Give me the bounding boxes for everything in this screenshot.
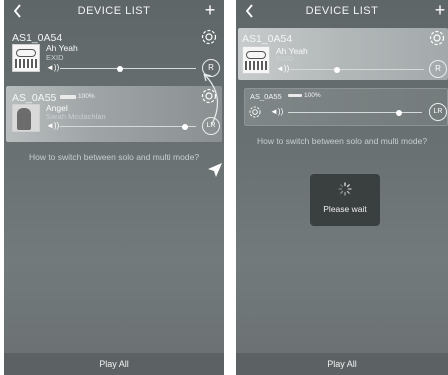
device-name[interactable]: AS_0A55 [250,92,282,101]
volume-slider[interactable] [288,109,422,116]
song-title: Ah Yeah [46,43,78,53]
mode-help-link[interactable]: How to switch between solo and multi mod… [4,152,224,162]
footer-bar: Play All [236,353,448,375]
top-bar: DEVICE LIST + [236,0,448,24]
volume-knob[interactable] [334,66,340,73]
settings-gear-icon[interactable] [428,29,446,47]
volume-slider[interactable] [60,123,196,130]
add-plus-icon[interactable]: + [432,1,448,21]
battery-indicator [60,95,76,99]
play-all-button[interactable]: Play All [4,359,224,369]
footer-bar: Play All [4,353,224,375]
mode-r-button[interactable]: R [429,60,447,78]
battery-percent: 100% [304,92,321,99]
page-title: DEVICE LIST [305,5,379,17]
speaker-volume-icon: ◄)) [46,121,60,130]
play-all-button[interactable]: Play All [236,359,448,369]
artist-name: EXID [46,53,64,62]
add-plus-icon[interactable]: + [202,1,218,21]
artist-name: Sarah Mcclachlan [46,112,106,121]
speaker-volume-icon: ◄)) [276,64,290,73]
album-art [242,46,270,74]
volume-knob[interactable] [396,109,402,116]
battery-indicator [288,94,302,97]
settings-gear-icon[interactable] [248,105,262,119]
device-name[interactable]: AS1_0A54 [242,33,292,45]
volume-slider[interactable] [290,66,424,73]
device-list-screen-right: DEVICE LIST + AS1_0A54 Ah Yeah EXID ◄)) … [236,0,448,375]
speaker-volume-icon: ◄)) [46,63,60,72]
album-art [12,44,40,72]
battery-percent: 100% [78,93,95,100]
spinner-icon [338,182,352,196]
mode-help-link[interactable]: How to switch between solo and multi mod… [236,136,448,146]
speaker-volume-icon: ◄)) [270,107,284,116]
artist-name: EXID [276,54,294,63]
pointer-arrow-icon [208,163,222,177]
settings-gear-icon[interactable] [200,28,218,46]
device-list-screen-left: DEVICE LIST + AS1_0A54 Ah Yeah EXID ◄)) … [4,0,224,375]
loading-dialog: Please wait [310,174,380,226]
album-art [12,104,40,132]
volume-slider[interactable] [60,65,196,72]
volume-knob[interactable] [117,65,123,72]
top-bar: DEVICE LIST + [4,0,224,24]
wait-message: Please wait [323,204,367,214]
page-title: DEVICE LIST [77,5,151,17]
mode-lr-button[interactable]: LR [429,103,447,121]
